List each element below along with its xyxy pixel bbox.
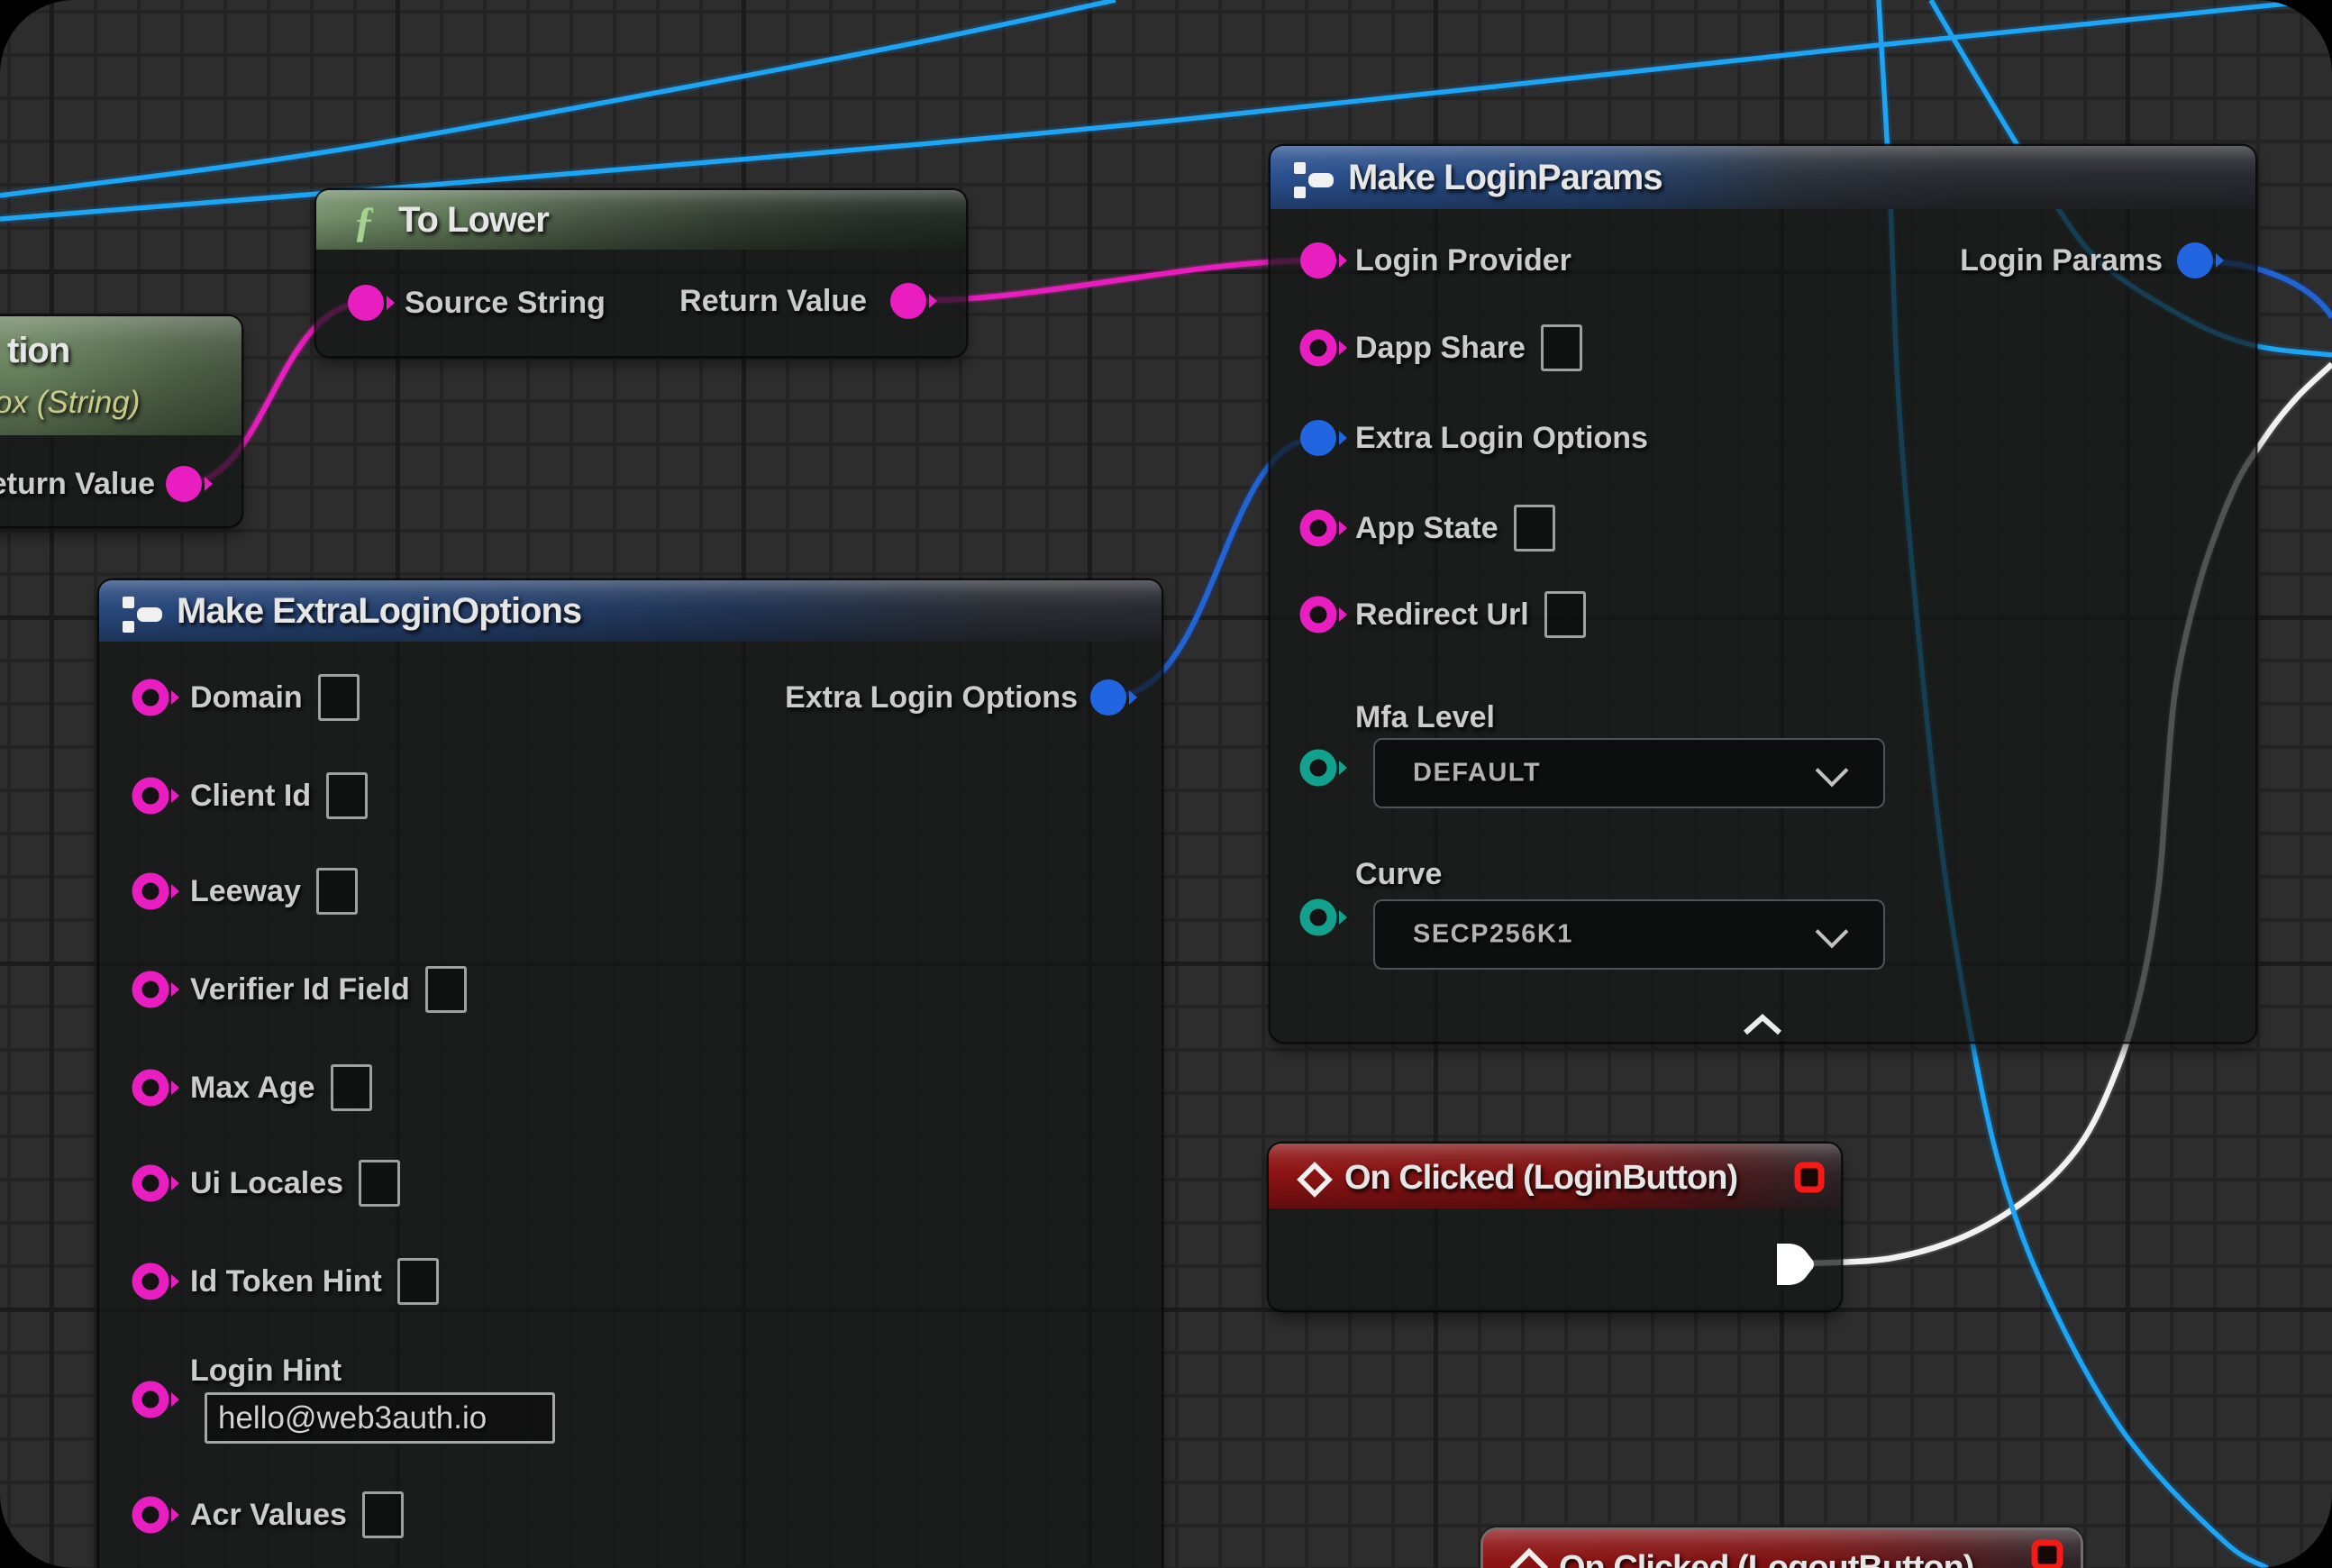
svg-text:ƒ: ƒ [353,198,375,246]
